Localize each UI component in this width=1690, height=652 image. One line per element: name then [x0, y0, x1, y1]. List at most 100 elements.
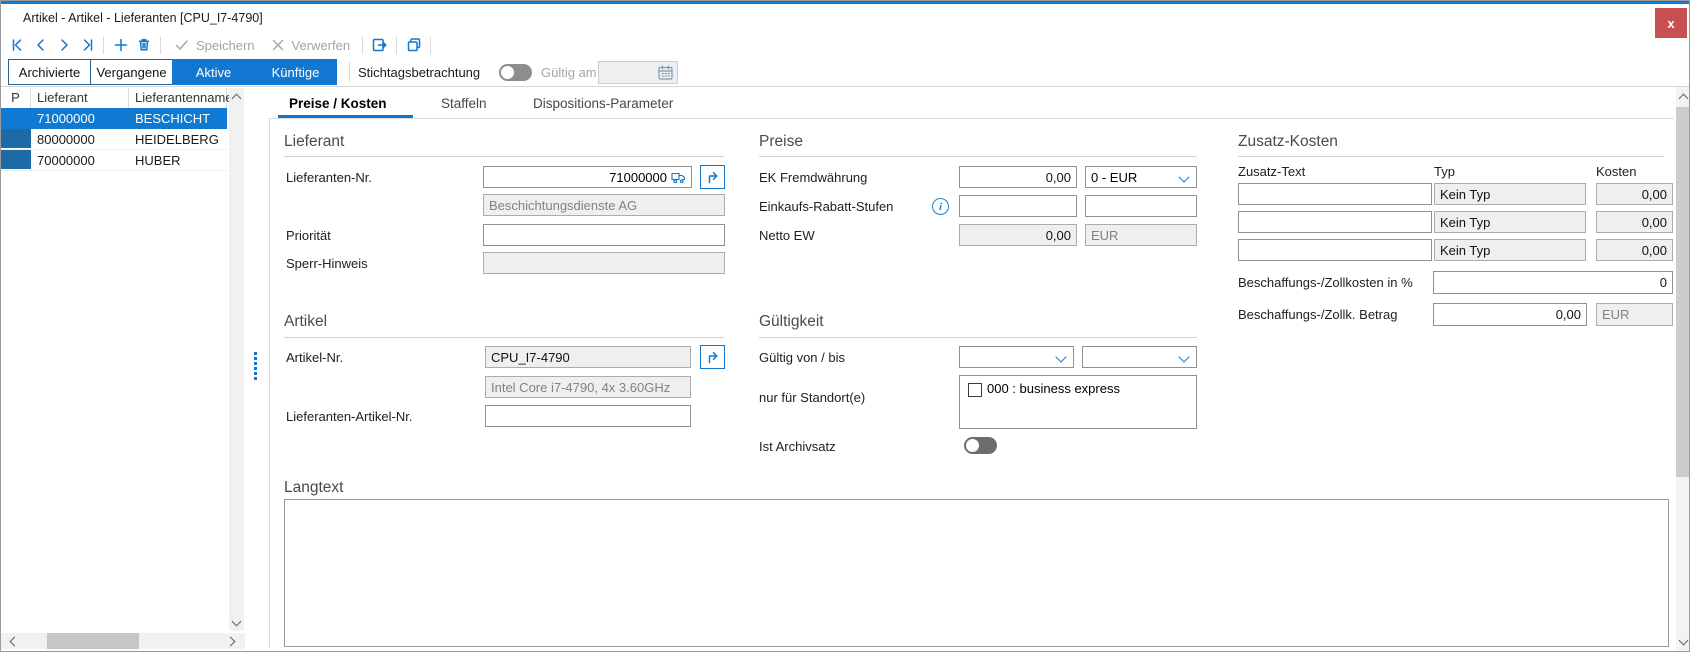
chevron-down-icon	[1178, 351, 1189, 362]
submit-record-button[interactable]	[368, 33, 391, 57]
zollbetrag-currency-field: EUR	[1596, 303, 1673, 326]
toolbar: Speichern Verwerfen	[1, 32, 1689, 58]
nav-prev-button[interactable]	[29, 33, 52, 57]
delete-record-button[interactable]	[132, 33, 155, 57]
app-window: Artikel - Artikel - Lieferanten [CPU_I7-…	[0, 0, 1690, 652]
lieferanten-nr-input[interactable]: 71000000	[483, 166, 692, 188]
form-vertical-scrollbar[interactable]	[1676, 87, 1690, 652]
row-lieferant-cell: 70000000	[31, 150, 129, 170]
gueltig-von-dropdown[interactable]	[959, 346, 1074, 368]
section-title-zusatz-kosten: Zusatz-Kosten	[1238, 133, 1338, 151]
prioritaet-label: Priorität	[286, 228, 331, 243]
rabatt-stufe-input-1[interactable]	[959, 195, 1077, 217]
filter-button-group: Archivierte Vergangene Aktive Künftige	[8, 59, 337, 85]
gueltig-am-datefield[interactable]	[598, 61, 678, 84]
toolbar-divider	[396, 37, 397, 54]
netto-ew-label: Netto EW	[759, 228, 815, 243]
filter-aktive-button[interactable]: Aktive	[172, 59, 255, 85]
standort-checkbox[interactable]	[968, 383, 982, 397]
save-button[interactable]: Speichern	[173, 36, 255, 54]
lieferanten-artikel-nr-label: Lieferanten-Artikel-Nr.	[286, 409, 412, 424]
x-icon	[269, 36, 287, 54]
filter-vergangene-button[interactable]: Vergangene	[90, 59, 173, 85]
info-icon[interactable]: i	[932, 198, 949, 215]
table-vertical-scrollbar[interactable]	[229, 88, 244, 631]
window-accent-line	[1, 1, 1689, 4]
rabatt-stufe-input-2[interactable]	[1085, 195, 1197, 217]
filter-archivierte-button[interactable]: Archivierte	[8, 59, 91, 85]
window-title: Artikel - Artikel - Lieferanten [CPU_I7-…	[23, 11, 263, 25]
copy-window-icon	[405, 36, 423, 54]
tab-staffeln[interactable]: Staffeln	[441, 96, 487, 111]
zusatz-typ-field-1[interactable]: Kein Typ	[1434, 183, 1586, 205]
netto-currency-field: EUR	[1085, 224, 1197, 246]
discard-button[interactable]: Verwerfen	[269, 36, 351, 54]
zusatz-text-input-2[interactable]	[1238, 211, 1432, 233]
column-header-lieferantenname[interactable]: Lieferantenname	[129, 88, 227, 108]
scroll-up-icon[interactable]	[232, 94, 242, 104]
lieferanten-artikel-nr-input[interactable]	[485, 405, 691, 427]
column-header-p[interactable]: P	[1, 88, 31, 108]
scroll-right-icon[interactable]	[226, 637, 236, 647]
add-record-button[interactable]	[109, 33, 132, 57]
save-label: Speichern	[196, 38, 255, 53]
section-title-langtext: Langtext	[284, 479, 343, 497]
ek-currency-dropdown[interactable]: 0 - EUR	[1085, 166, 1197, 188]
scrollbar-thumb[interactable]	[47, 633, 139, 649]
zusatz-text-input-3[interactable]	[1238, 239, 1432, 261]
tab-dispositions-parameter[interactable]: Dispositions-Parameter	[533, 96, 673, 111]
zollkosten-prozent-input[interactable]	[1433, 271, 1673, 294]
nav-last-button[interactable]	[75, 33, 98, 57]
archiv-toggle[interactable]	[964, 437, 997, 454]
nav-next-button[interactable]	[52, 33, 75, 57]
table-horizontal-scrollbar[interactable]	[1, 633, 245, 649]
nav-first-button[interactable]	[6, 33, 29, 57]
section-underline	[284, 156, 724, 157]
scroll-up-icon[interactable]	[1679, 94, 1689, 104]
row-p-cell	[1, 129, 31, 149]
panel-splitter-handle[interactable]	[254, 352, 257, 380]
ek-currency-value: 0 - EUR	[1091, 170, 1137, 185]
scroll-left-icon[interactable]	[10, 637, 20, 647]
table-row[interactable]: 70000000 HUBER	[1, 150, 227, 171]
nav-next-icon	[55, 36, 73, 54]
discard-label: Verwerfen	[292, 38, 351, 53]
langtext-textarea[interactable]	[284, 499, 1669, 647]
stichtag-toggle[interactable]	[499, 64, 532, 81]
plus-icon	[112, 36, 130, 54]
scroll-down-icon[interactable]	[232, 617, 242, 627]
goto-artikel-button[interactable]	[700, 345, 725, 369]
zusatz-kosten-field-1: 0,00	[1596, 183, 1673, 205]
stichtag-label: Stichtagsbetrachtung	[358, 65, 480, 80]
panel-border	[269, 118, 1674, 119]
row-lieferant-cell: 71000000	[31, 108, 129, 129]
standorte-listbox[interactable]: 000 : business express	[959, 375, 1197, 429]
row-p-cell	[1, 108, 31, 129]
ek-fremdwaehrung-input[interactable]	[959, 166, 1077, 188]
typ-header: Typ	[1434, 164, 1455, 179]
zusatz-typ-field-2[interactable]: Kein Typ	[1434, 211, 1586, 233]
chevron-down-icon	[1055, 351, 1066, 362]
table-row[interactable]: 80000000 HEIDELBERG	[1, 129, 227, 150]
zollbetrag-input[interactable]	[1433, 303, 1587, 326]
copy-window-button[interactable]	[402, 33, 425, 57]
column-header-lieferant[interactable]: Lieferant	[31, 88, 129, 108]
gueltig-bis-dropdown[interactable]	[1082, 346, 1197, 368]
row-name-cell: BESCHICHT	[129, 108, 227, 129]
table-row[interactable]: 71000000 BESCHICHT	[1, 108, 227, 129]
zusatz-text-header: Zusatz-Text	[1238, 164, 1305, 179]
goto-lieferant-button[interactable]	[700, 165, 725, 189]
zollbetrag-label: Beschaffungs-/Zollk. Betrag	[1238, 307, 1397, 322]
prioritaet-input[interactable]	[483, 224, 725, 246]
scrollbar-thumb[interactable]	[1676, 107, 1690, 477]
zusatz-kosten-field-2: 0,00	[1596, 211, 1673, 233]
zusatz-typ-field-3[interactable]: Kein Typ	[1434, 239, 1586, 261]
filter-kuenftige-button[interactable]: Künftige	[254, 59, 337, 85]
standort-option-label[interactable]: 000 : business express	[987, 381, 1120, 396]
zusatz-text-input-1[interactable]	[1238, 183, 1432, 205]
tab-preise-kosten[interactable]: Preise / Kosten	[289, 96, 387, 111]
section-underline	[284, 337, 724, 338]
scroll-down-icon[interactable]	[1679, 636, 1689, 646]
truck-icon	[671, 171, 686, 184]
artikel-beschreibung-field: Intel Core i7-4790, 4x 3.60GHz	[485, 376, 691, 398]
